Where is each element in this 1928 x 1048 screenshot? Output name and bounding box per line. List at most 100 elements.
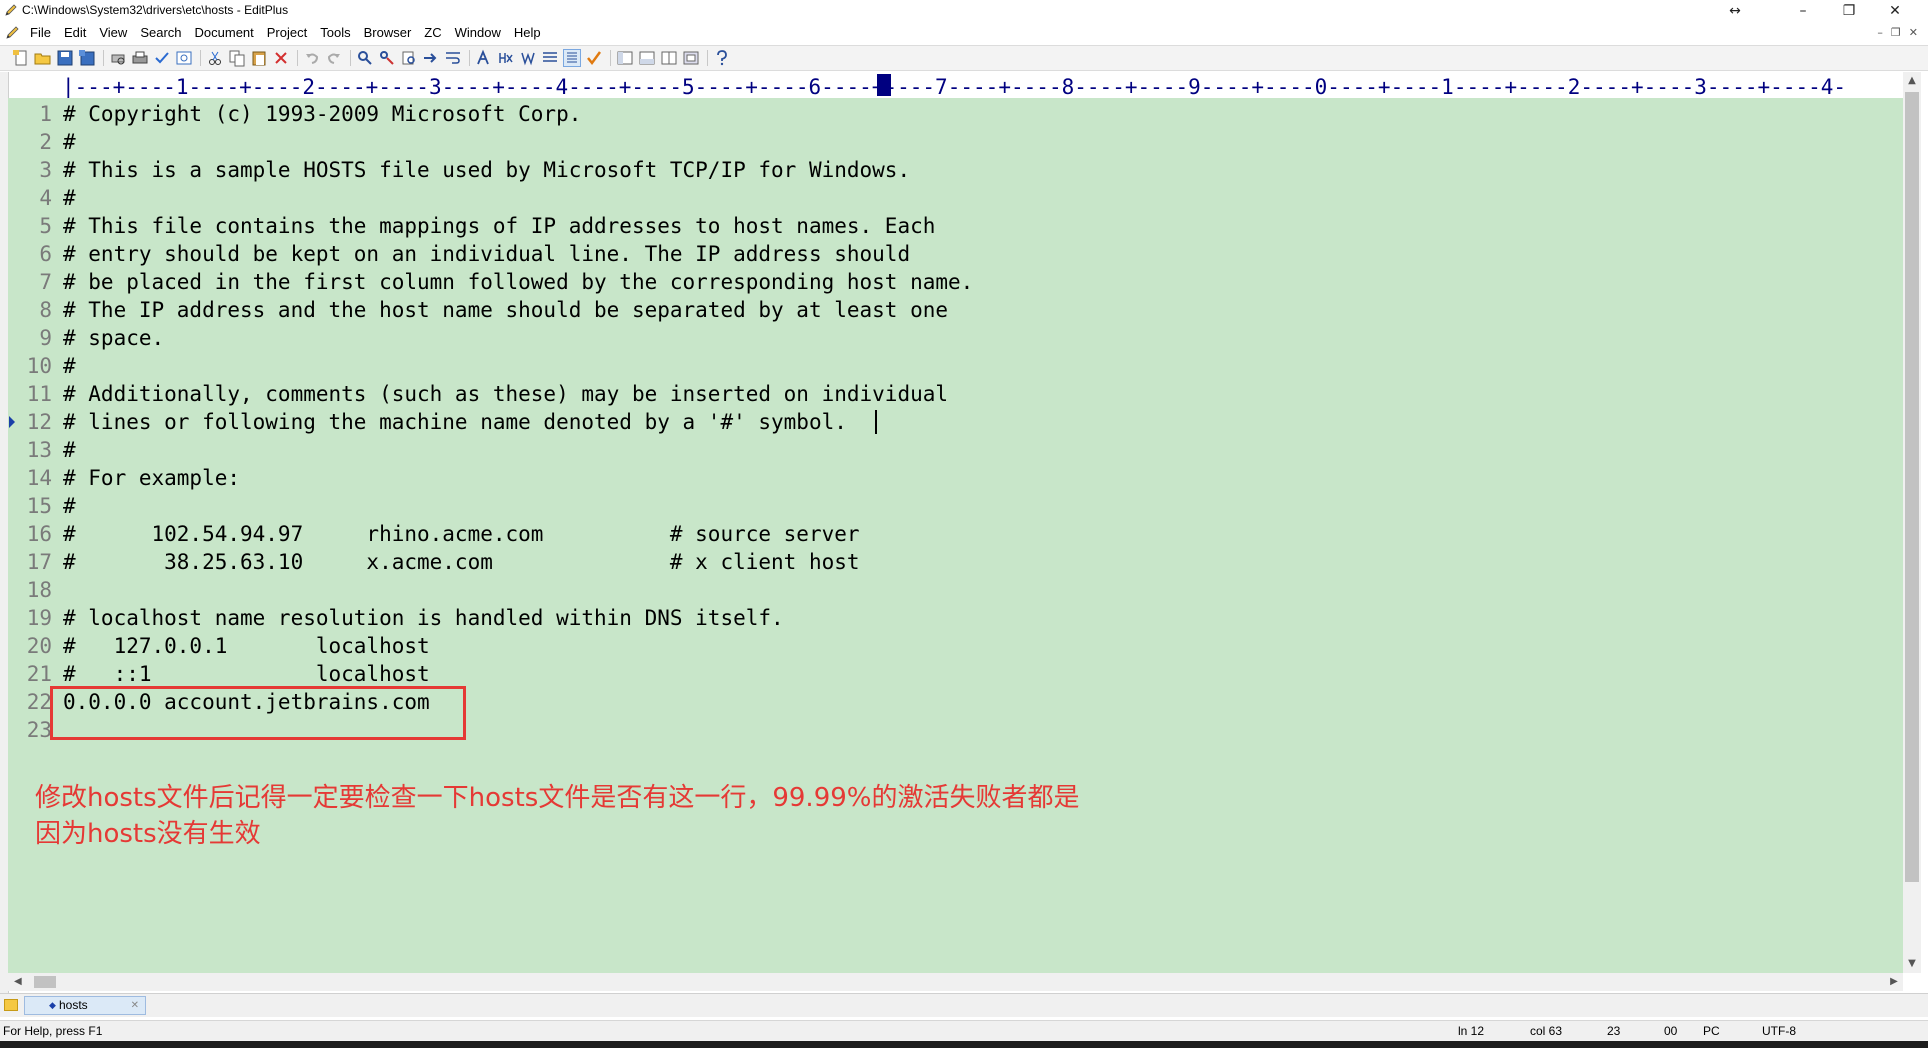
editor-line: 3 # This is a sample HOSTS file used by M… (8, 156, 1903, 184)
line-number: 22 (26, 690, 52, 714)
line-number: 6 (39, 242, 52, 266)
menu-project[interactable]: Project (267, 25, 307, 40)
document-window-controls: – ❐ ✕ (1869, 26, 1918, 39)
new-file-icon[interactable] (12, 49, 30, 67)
replace-icon[interactable] (378, 49, 396, 67)
tab-close-icon[interactable]: ✕ (131, 997, 139, 1014)
toolbar-separator (200, 50, 201, 66)
toolbar-separator (350, 50, 351, 66)
split-icon[interactable] (660, 49, 678, 67)
line-number: 18 (26, 578, 52, 602)
line-number: 20 (26, 634, 52, 658)
menu-edit[interactable]: Edit (64, 25, 86, 40)
goto-icon[interactable] (422, 49, 440, 67)
menu-file[interactable]: File (30, 25, 51, 40)
menu-view[interactable]: View (99, 25, 127, 40)
editor-line: 10 # (8, 352, 1903, 380)
highlight-box (50, 686, 466, 740)
annotation-note-line-2: 因为hosts没有生效 (35, 819, 261, 849)
browser-icon[interactable] (175, 49, 193, 67)
line-text: # This file contains the mappings of IP … (63, 214, 936, 238)
text-caret (875, 410, 877, 434)
editor-line: 1 # Copyright (c) 1993-2009 Microsoft Cor… (8, 100, 1903, 128)
undo-icon[interactable] (303, 49, 321, 67)
status-column: col 63 (1530, 1024, 1563, 1038)
editor-line: 19 # localhost name resolution is handled… (8, 604, 1903, 632)
toolbar-separator (297, 50, 298, 66)
tab-label: hosts (59, 998, 88, 1012)
scroll-down-icon[interactable]: ▼ (1903, 955, 1921, 973)
menu-tools[interactable]: Tools (320, 25, 350, 40)
output-icon[interactable] (638, 49, 656, 67)
font-icon[interactable] (475, 49, 493, 67)
editor-line: 9 # space. (8, 324, 1903, 352)
horizontal-scrollbar[interactable]: ◀ ▶ (8, 973, 1903, 991)
scroll-left-icon[interactable]: ◀ (14, 973, 30, 991)
horizontal-scroll-thumb[interactable] (34, 976, 56, 988)
print-preview-icon[interactable] (109, 49, 127, 67)
status-encoding: UTF-8 (1762, 1024, 1796, 1038)
scroll-right-icon[interactable]: ▶ (1885, 973, 1903, 991)
text-editor[interactable]: 1 # Copyright (c) 1993-2009 Microsoft Cor… (8, 98, 1903, 973)
menu-browser[interactable]: Browser (364, 25, 412, 40)
toolbar-separator (610, 50, 611, 66)
print-icon[interactable] (131, 49, 149, 67)
editor-line: 11 # Additionally, comments (such as thes… (8, 380, 1903, 408)
menu-search[interactable]: Search (140, 25, 181, 40)
line-number: 2 (39, 130, 52, 154)
directory-icon[interactable] (616, 49, 634, 67)
document-restore-button[interactable]: ❐ (1891, 26, 1901, 39)
column-select-icon[interactable] (541, 49, 559, 67)
editor-line: 15 # (8, 492, 1903, 520)
menu-window[interactable]: Window (455, 25, 501, 40)
menu-bar: File Edit View Search Document Project T… (0, 22, 1928, 44)
fullscreen-icon[interactable] (682, 49, 700, 67)
scroll-up-icon[interactable]: ▲ (1903, 72, 1921, 90)
menu-help[interactable]: Help (514, 25, 541, 40)
hex-icon[interactable] (497, 49, 515, 67)
tab-hosts[interactable]: ◆ hosts ✕ (24, 996, 146, 1015)
line-number: 17 (26, 550, 52, 574)
editor-line: 21 # ::1 localhost (8, 660, 1903, 688)
menu-document[interactable]: Document (195, 25, 254, 40)
editor-line: 14 # For example: (8, 464, 1903, 492)
close-button[interactable]: ✕ (1872, 0, 1918, 22)
window-title: C:\Windows\System32\drivers\etc\hosts - … (22, 3, 289, 17)
save-icon[interactable] (56, 49, 74, 67)
indent-icon[interactable] (519, 49, 537, 67)
delete-icon[interactable] (272, 49, 290, 67)
menu-zc[interactable]: ZC (424, 25, 441, 40)
annotation-note: 修改hosts文件后记得一定要检查一下hosts文件是否有这一行，99.99%的… (35, 780, 1235, 852)
vertical-scrollbar[interactable]: ▲ ▼ (1903, 72, 1921, 973)
save-all-icon[interactable] (78, 49, 96, 67)
status-line: ln 12 (1458, 1024, 1485, 1038)
editor-line: 13 # (8, 436, 1903, 464)
minimize-button[interactable]: – (1780, 0, 1826, 22)
line-text: # (63, 494, 76, 518)
line-number: 9 (39, 326, 52, 350)
copy-icon[interactable] (228, 49, 246, 67)
line-text: # Copyright (c) 1993-2009 Microsoft Corp… (63, 102, 582, 126)
vertical-scroll-thumb[interactable] (1905, 92, 1919, 882)
line-text: # (63, 130, 76, 154)
redo-icon[interactable] (325, 49, 343, 67)
document-minimize-button[interactable]: – (1877, 26, 1883, 39)
cut-icon[interactable] (206, 49, 224, 67)
help-icon[interactable] (713, 49, 731, 67)
find-in-files-icon[interactable] (400, 49, 418, 67)
spell-check-icon[interactable] (153, 49, 171, 67)
paste-icon[interactable] (250, 49, 268, 67)
folder-icon[interactable] (4, 999, 18, 1011)
open-icon[interactable] (34, 49, 52, 67)
line-number: 23 (26, 718, 52, 742)
find-icon[interactable] (356, 49, 374, 67)
resize-icon[interactable]: ↔ (1712, 0, 1758, 22)
pencil-icon[interactable] (5, 25, 21, 40)
editplus-app-icon (5, 4, 17, 16)
word-wrap-icon[interactable] (444, 49, 462, 67)
cliptext-icon[interactable] (563, 49, 581, 67)
document-close-button[interactable]: ✕ (1909, 26, 1918, 39)
restore-button[interactable]: ❐ (1826, 0, 1872, 22)
check-icon[interactable] (585, 49, 603, 67)
line-text: # localhost name resolution is handled w… (63, 606, 784, 630)
